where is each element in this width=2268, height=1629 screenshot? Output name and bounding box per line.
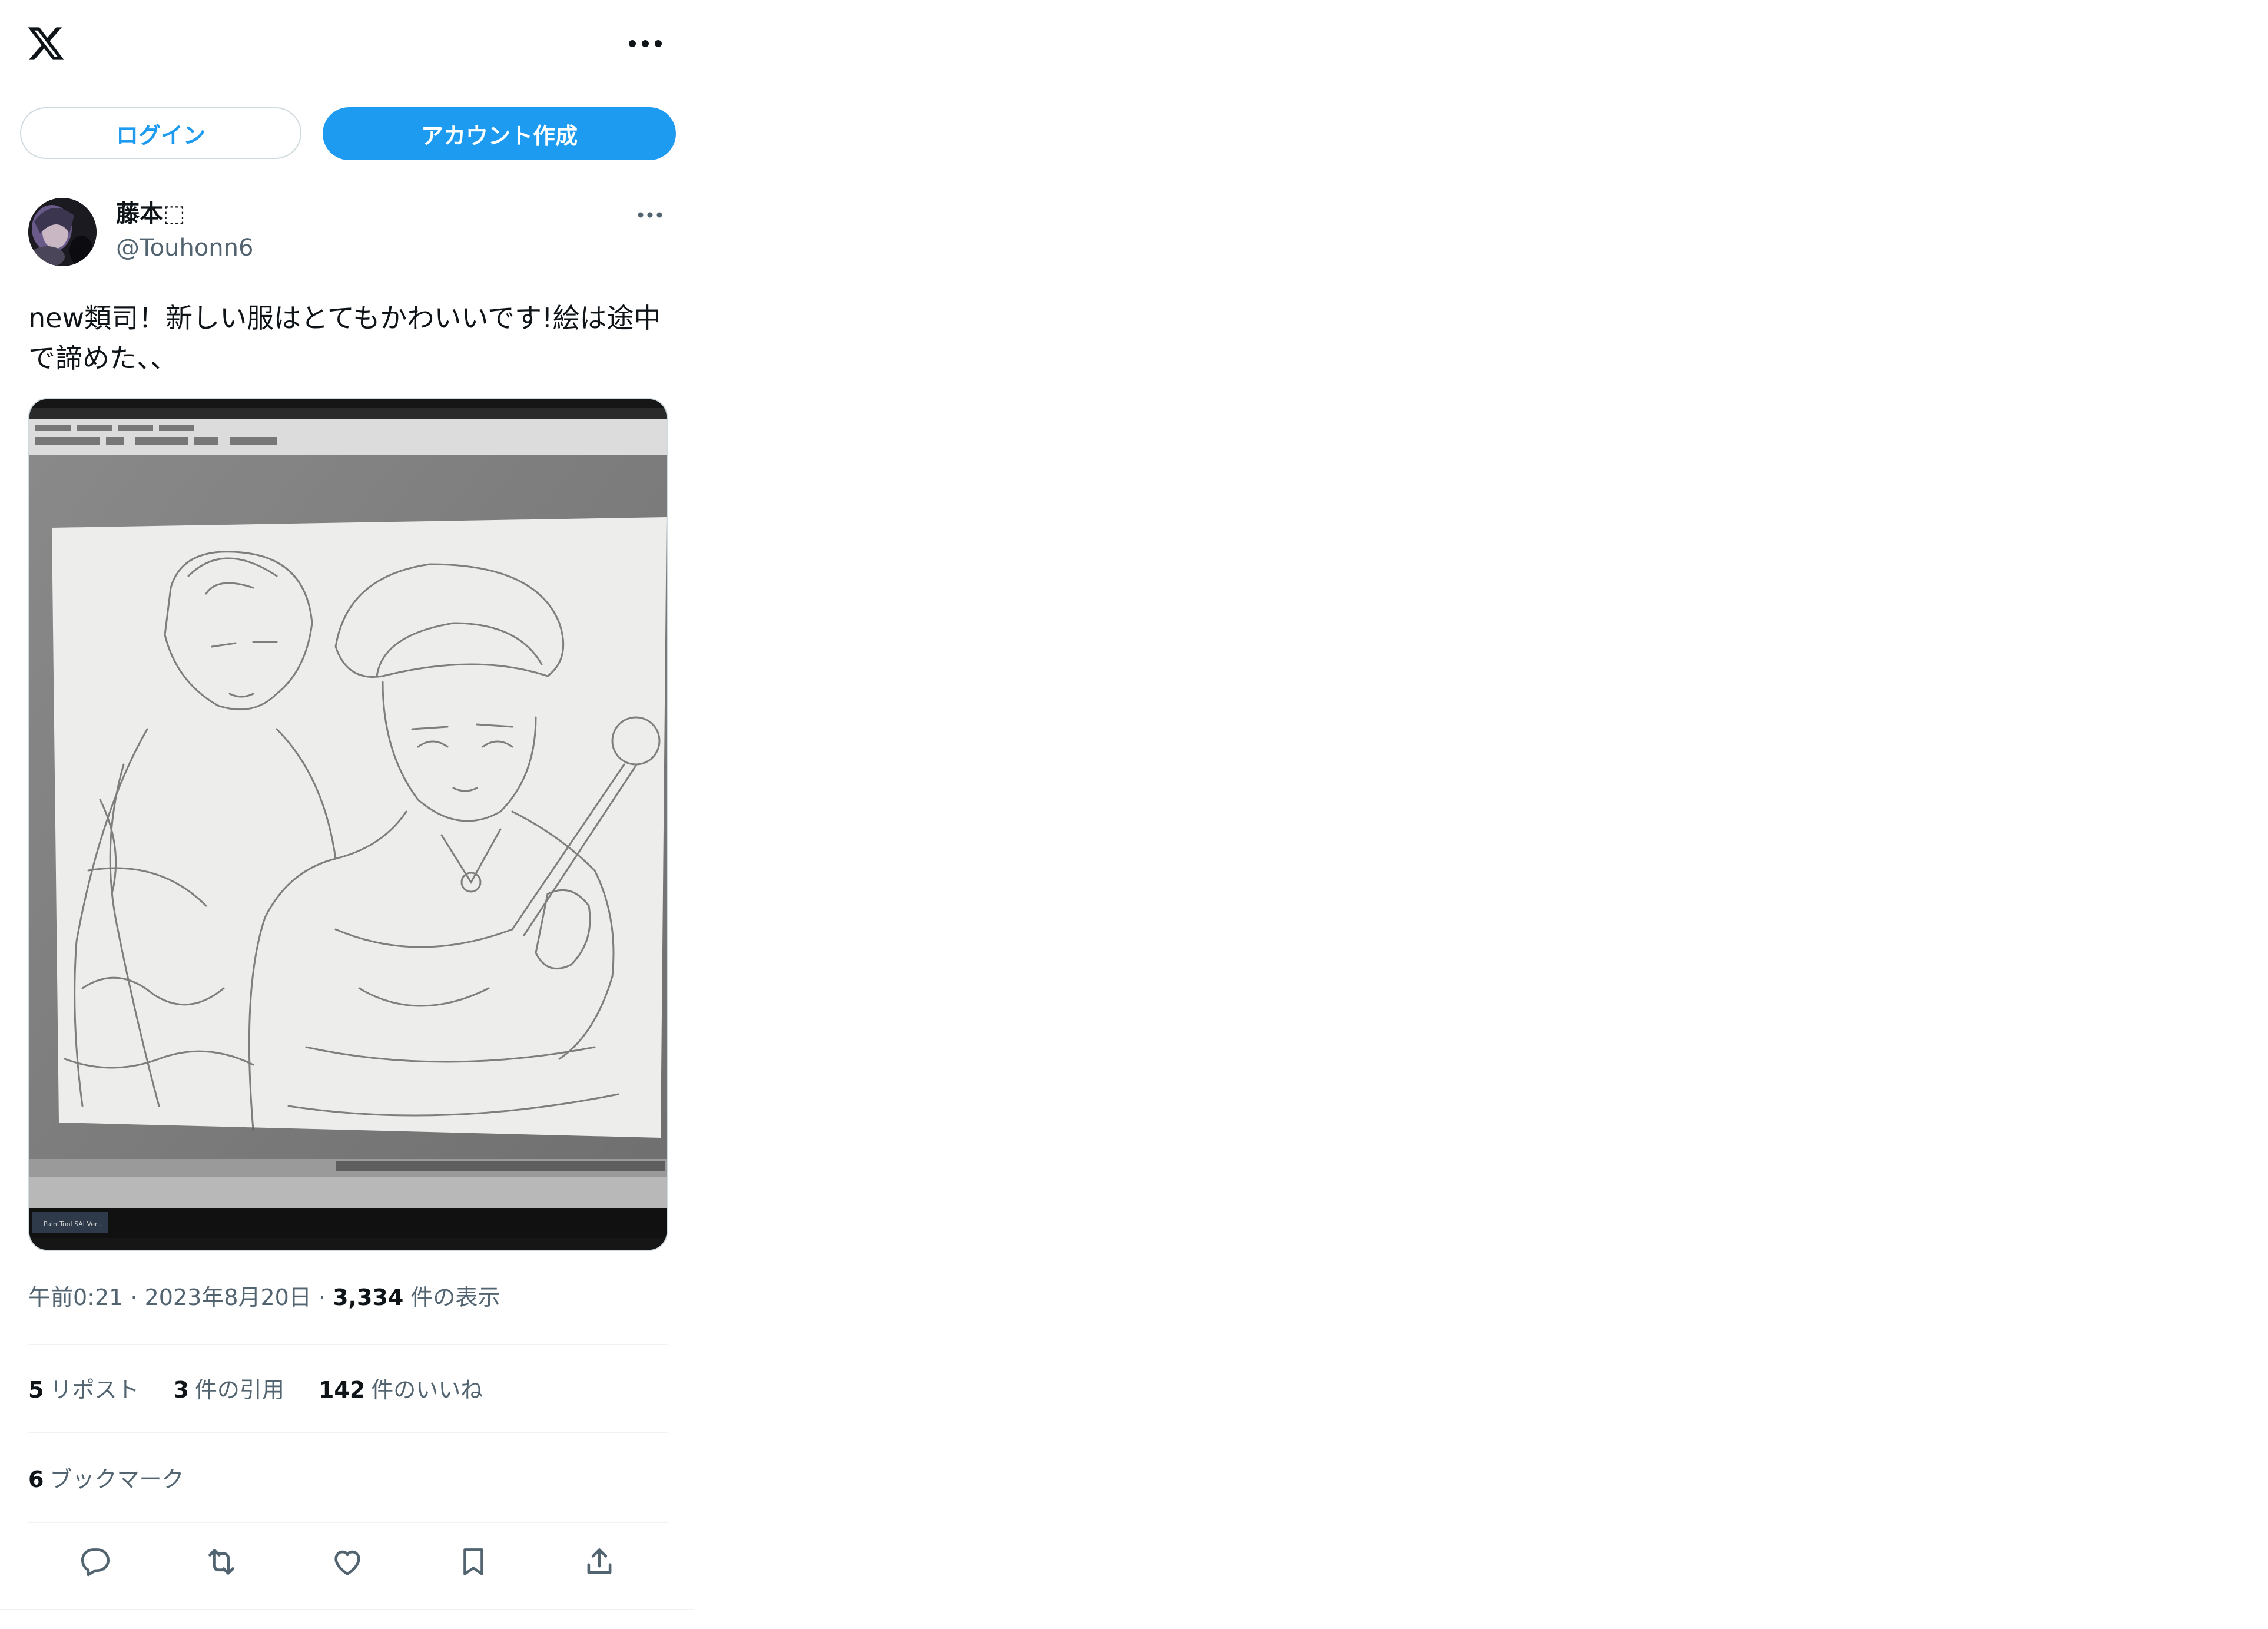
- author-name[interactable]: 藤本⬚: [116, 199, 185, 229]
- x-logo-icon[interactable]: [25, 24, 67, 64]
- tweet-meta: 午前0:21 · 2023年8月20日 · 3,334 件の表示: [28, 1283, 500, 1312]
- quotes-label: 件の引用: [194, 1376, 284, 1403]
- media-app-title: PaintTool SAI Ver...: [44, 1220, 103, 1228]
- quotes-count: 3: [173, 1376, 189, 1403]
- share-icon: [587, 1548, 612, 1574]
- more-horizontal-icon[interactable]: [624, 29, 667, 58]
- tweet-column: ログイン アカウント作成 藤本⬚ @Touhonn6 new類司！新しい服はとて…: [0, 0, 694, 1610]
- tweet-time[interactable]: 午前0:21: [28, 1284, 123, 1310]
- bookmark-button[interactable]: [453, 1542, 493, 1582]
- bookmark-stats: 6 ブックマーク: [28, 1459, 218, 1495]
- login-button[interactable]: ログイン: [20, 107, 301, 159]
- tweet-media-image[interactable]: PaintTool SAI Ver...: [28, 398, 668, 1251]
- top-bar: [0, 0, 694, 88]
- share-button[interactable]: [579, 1542, 619, 1582]
- bookmarks-count: 6: [28, 1466, 44, 1492]
- engagement-stats: 5 リポスト 3 件の引用 142 件のいいね: [28, 1370, 517, 1405]
- tweet-text: new類司！新しい服はとてもかわいいです!絵は途中で諦めた、、: [28, 302, 661, 374]
- divider: [28, 1344, 668, 1345]
- create-account-button[interactable]: アカウント作成: [323, 107, 676, 160]
- avatar[interactable]: [28, 198, 97, 266]
- like-icon: [334, 1550, 360, 1575]
- meta-separator: ·: [123, 1284, 145, 1310]
- likes-stat[interactable]: 142 件のいいね: [319, 1372, 483, 1404]
- reposts-count: 5: [28, 1376, 44, 1403]
- reposts-label: リポスト: [49, 1376, 140, 1403]
- views-label: 件の表示: [403, 1284, 500, 1310]
- reposts-stat[interactable]: 5 リポスト: [28, 1372, 139, 1404]
- avatar-image: [28, 198, 97, 266]
- repost-button[interactable]: [201, 1542, 241, 1582]
- views-count: 3,334: [333, 1284, 404, 1310]
- author-handle[interactable]: @Touhonn6: [116, 233, 253, 263]
- likes-label: 件のいいね: [371, 1376, 483, 1403]
- likes-count: 142: [318, 1376, 366, 1403]
- repost-icon: [208, 1549, 234, 1575]
- reply-button[interactable]: [75, 1542, 115, 1582]
- tweet-date[interactable]: 2023年8月20日: [145, 1284, 311, 1310]
- tweet-more-icon[interactable]: [636, 206, 664, 224]
- like-button[interactable]: [327, 1542, 367, 1582]
- reply-icon: [81, 1548, 110, 1577]
- divider: [28, 1432, 668, 1433]
- bookmarks-stat[interactable]: 6 ブックマーク: [28, 1461, 184, 1494]
- divider: [28, 1522, 668, 1523]
- bookmark-icon: [463, 1548, 483, 1575]
- meta-separator: ·: [311, 1284, 333, 1310]
- sketch-photo: PaintTool SAI Ver...: [29, 399, 667, 1250]
- quotes-stat[interactable]: 3 件の引用: [173, 1372, 284, 1404]
- bookmarks-label: ブックマーク: [49, 1466, 184, 1492]
